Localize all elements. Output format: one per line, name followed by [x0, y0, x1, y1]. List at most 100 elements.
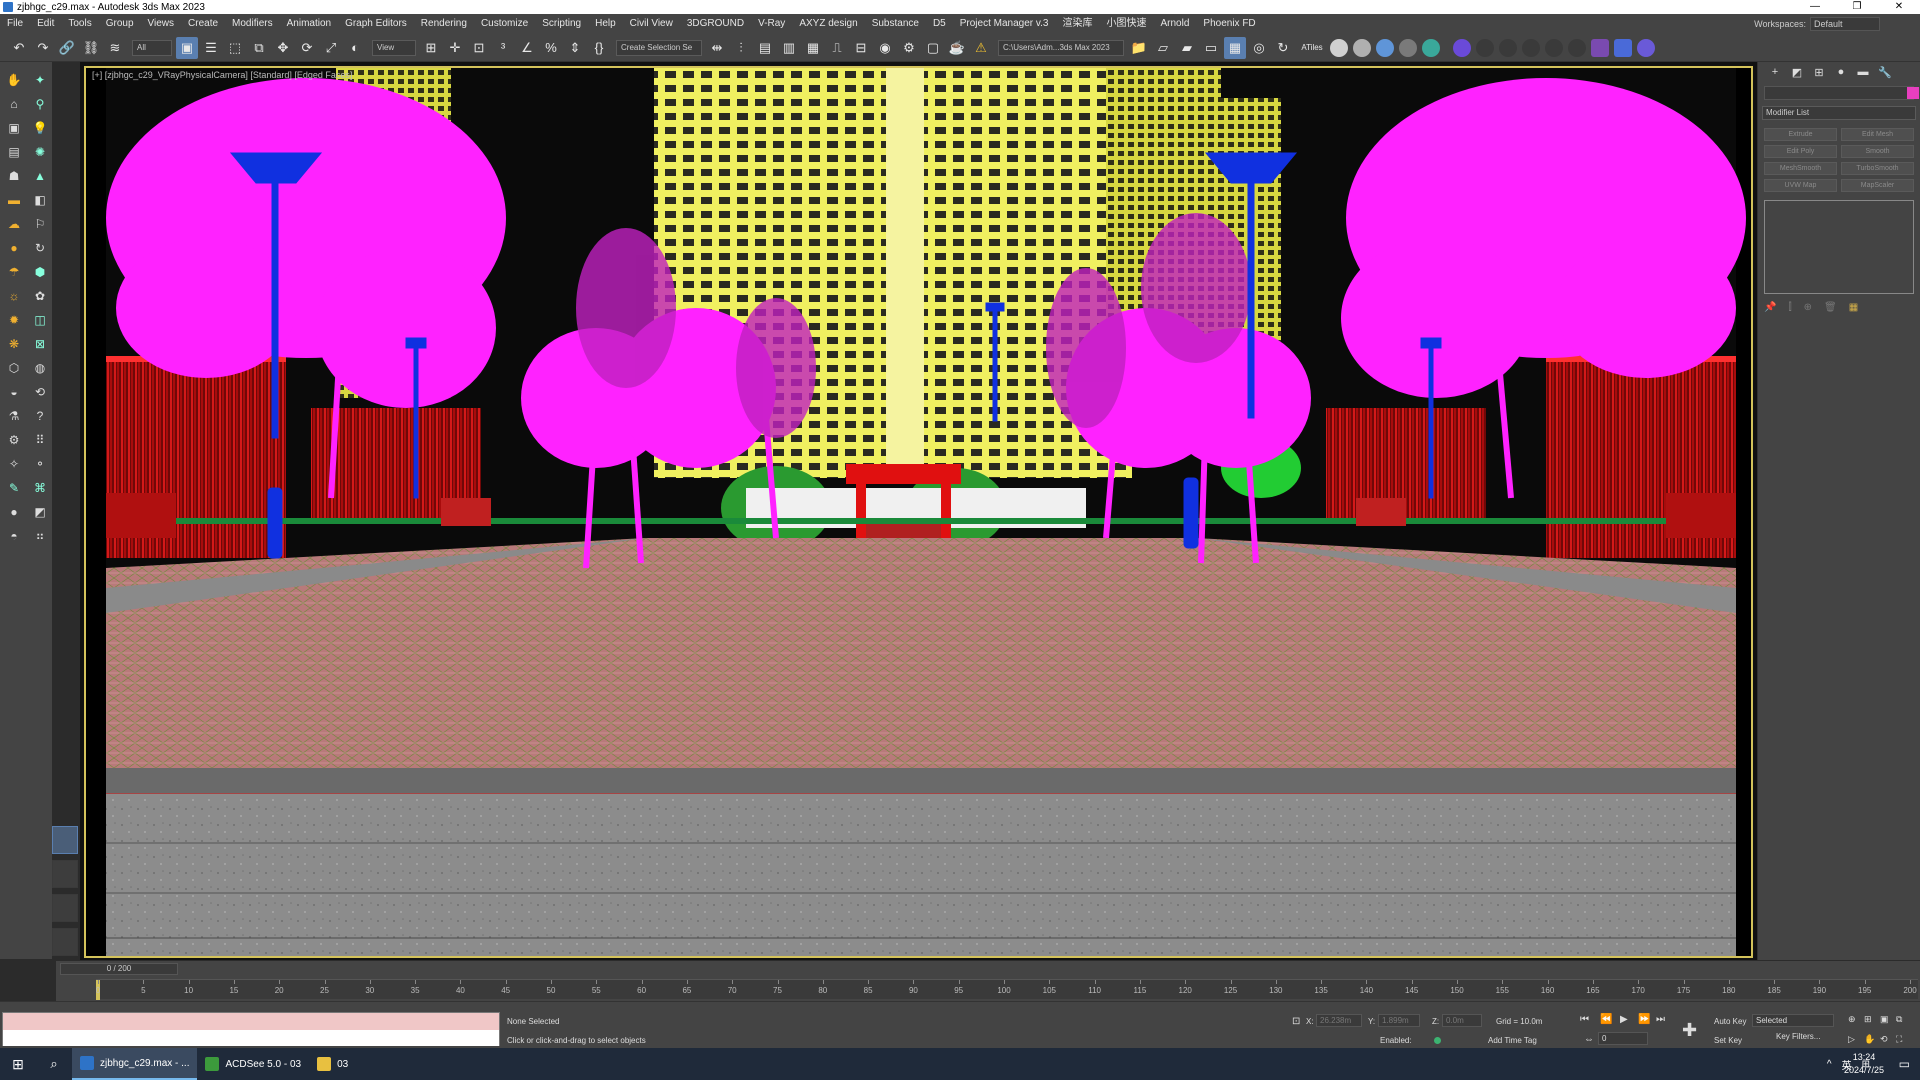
angle-snap-icon[interactable]: ∠ [516, 37, 538, 59]
goto-end-icon[interactable]: ⏭ [1656, 1014, 1665, 1025]
zoom-all-icon[interactable]: ⊞ [1864, 1014, 1872, 1025]
modifier-list-dropdown[interactable]: Modifier List [1762, 106, 1916, 120]
tool-t-icon[interactable]: ✹ [2, 308, 26, 332]
warning-icon[interactable]: ⚠ [970, 37, 992, 59]
tool-w-icon[interactable]: ⊠ [28, 332, 52, 356]
menu-item-0[interactable]: File [0, 14, 30, 34]
tool-create-icon[interactable]: ✋ [2, 68, 26, 92]
named-selection-dropdown[interactable]: Create Selection Se [616, 39, 702, 56]
scene-explorer-icon[interactable]: ▤ [754, 37, 776, 59]
menu-item-15[interactable]: V-Ray [751, 14, 792, 34]
material-editor-icon[interactable]: ◉ [874, 37, 896, 59]
menu-item-3[interactable]: Group [99, 14, 141, 34]
link-icon[interactable]: 🔗 [56, 37, 78, 59]
modifier-button-extrude[interactable]: Extrude [1764, 128, 1837, 141]
reference-coordinate-dropdown[interactable]: View [372, 39, 416, 56]
plugin-p-icon[interactable] [1453, 38, 1471, 57]
spinner-snap-icon[interactable]: ⇕ [564, 37, 586, 59]
current-frame-field[interactable]: 0 [1598, 1032, 1648, 1045]
tool-e-icon[interactable]: 💡 [28, 116, 52, 140]
render-teapot-icon[interactable]: ☕ [946, 37, 968, 59]
pin-stack-icon[interactable]: 📌 [1764, 302, 1776, 313]
add-time-tag[interactable]: Add Time Tag [1488, 1036, 1537, 1045]
settings-gear-icon[interactable] [1637, 38, 1655, 57]
viewport-label[interactable]: [+] [zjbhgc_c29_VRayPhysicalCamera] [Sta… [92, 70, 352, 80]
plugin-f-icon[interactable]: ↻ [1272, 37, 1294, 59]
orbit-icon[interactable]: ⟲ [1880, 1034, 1888, 1045]
tool-ah-icon[interactable]: ⌘ [28, 476, 52, 500]
modifier-button-uvw-map[interactable]: UVW Map [1764, 179, 1837, 192]
tool-ak-icon[interactable]: ◓ [2, 524, 26, 548]
layout-tab-2[interactable] [52, 860, 78, 888]
motion-tab-icon[interactable]: ● [1830, 66, 1852, 78]
menu-item-19[interactable]: Project Manager v.3 [953, 14, 1056, 34]
tool-f-icon[interactable]: ▤ [2, 140, 26, 164]
modifier-button-mapscaler[interactable]: MapScaler [1841, 179, 1914, 192]
keyboard-shortcut-icon[interactable]: ⊡ [468, 37, 490, 59]
modifier-button-smooth[interactable]: Smooth [1841, 145, 1914, 158]
notification-icon[interactable]: ▭ [1899, 1057, 1910, 1071]
camera-viewport[interactable]: [+] [zjbhgc_c29_VRayPhysicalCamera] [Sta… [84, 66, 1753, 958]
ribbon-icon[interactable]: ▦ [802, 37, 824, 59]
close-button[interactable]: ✕ [1878, 0, 1920, 14]
modifier-button-edit-mesh[interactable]: Edit Mesh [1841, 128, 1914, 141]
tool-r-icon[interactable]: ☼ [2, 284, 26, 308]
auto-key-button[interactable]: Auto Key [1714, 1017, 1746, 1026]
select-manipulate-icon[interactable]: ✛ [444, 37, 466, 59]
taskbar-item-3dsmax[interactable]: zjbhgc_c29.max - ... [72, 1048, 198, 1080]
plugin-b-icon[interactable]: ▰ [1176, 37, 1198, 59]
move-icon[interactable]: ✥ [272, 37, 294, 59]
plugin-d-icon[interactable]: ▦ [1224, 36, 1246, 59]
object-name-field[interactable] [1764, 86, 1919, 100]
select-object-icon[interactable]: ▣ [176, 36, 198, 59]
place-icon[interactable]: ◐ [344, 37, 366, 59]
tray-expand-icon[interactable]: ^ [1827, 1059, 1832, 1070]
system-clock[interactable]: 13:24 2024/7/25 [1844, 1051, 1884, 1077]
next-frame-icon[interactable]: ⏩ [1638, 1014, 1650, 1025]
play-icon[interactable]: ▶ [1620, 1014, 1628, 1025]
object-color-swatch[interactable] [1907, 87, 1919, 99]
zoom-extents-icon[interactable]: ▣ [1880, 1014, 1889, 1025]
percent-snap-icon[interactable]: % [540, 37, 562, 59]
tool-j-icon[interactable]: ▬ [2, 188, 26, 212]
tool-ai-icon[interactable]: ● [2, 500, 26, 524]
tool-p-icon[interactable]: ☂ [2, 260, 26, 284]
menu-item-12[interactable]: Help [588, 14, 623, 34]
restore-button[interactable]: ❐ [1836, 0, 1878, 14]
pan-icon[interactable]: ✋ [1864, 1034, 1875, 1045]
search-icon[interactable]: ⌕ [36, 1056, 72, 1072]
sketchup-icon[interactable] [1614, 38, 1632, 57]
prev-frame-icon[interactable]: ⏪ [1600, 1014, 1612, 1025]
menu-item-18[interactable]: D5 [926, 14, 953, 34]
tool-u-icon[interactable]: ◫ [28, 308, 52, 332]
pivot-center-icon[interactable]: ⊞ [420, 37, 442, 59]
set-key-button[interactable]: Set Key [1714, 1036, 1742, 1045]
tool-z-icon[interactable]: ◒ [2, 380, 26, 404]
select-by-name-icon[interactable]: ☰ [200, 37, 222, 59]
tool-ad-icon[interactable]: ⠿ [28, 428, 52, 452]
plugin-k-icon[interactable] [1499, 38, 1517, 57]
modifier-button-edit-poly[interactable]: Edit Poly [1764, 145, 1837, 158]
menu-item-21[interactable]: 小图快速 [1100, 14, 1154, 34]
plugin-n-icon[interactable] [1568, 38, 1586, 57]
plugin-m-icon[interactable] [1545, 38, 1563, 57]
tool-n-icon[interactable]: ● [2, 236, 26, 260]
tool-s-icon[interactable]: ✿ [28, 284, 52, 308]
menu-item-13[interactable]: Civil View [623, 14, 680, 34]
zoom-icon[interactable]: ⊕ [1848, 1014, 1856, 1025]
maxscript-input[interactable] [3, 1030, 499, 1046]
plugin-a-icon[interactable]: ▱ [1152, 37, 1174, 59]
layer-explorer-icon[interactable]: ▥ [778, 37, 800, 59]
bind-spacewarp-icon[interactable]: ≋ [104, 37, 126, 59]
menu-item-16[interactable]: AXYZ design [792, 14, 864, 34]
rotate-icon[interactable]: ⟳ [296, 37, 318, 59]
modify-tab-icon[interactable]: ◩ [1786, 66, 1808, 79]
maximize-toggle-icon[interactable]: ⛶ [1896, 1034, 1902, 1045]
x-coordinate-field[interactable]: 26.238m [1316, 1014, 1362, 1027]
tool-c-icon[interactable]: ⚲ [28, 92, 52, 116]
project-folder-dropdown[interactable]: C:\Users\Adm...3ds Max 2023 [998, 39, 1124, 56]
tool-a-icon[interactable]: ✦ [28, 68, 52, 92]
utilities-tab-icon[interactable]: 🔧 [1874, 66, 1896, 79]
tool-h-icon[interactable]: ☗ [2, 164, 26, 188]
fov-icon[interactable]: ▷ [1848, 1034, 1855, 1045]
